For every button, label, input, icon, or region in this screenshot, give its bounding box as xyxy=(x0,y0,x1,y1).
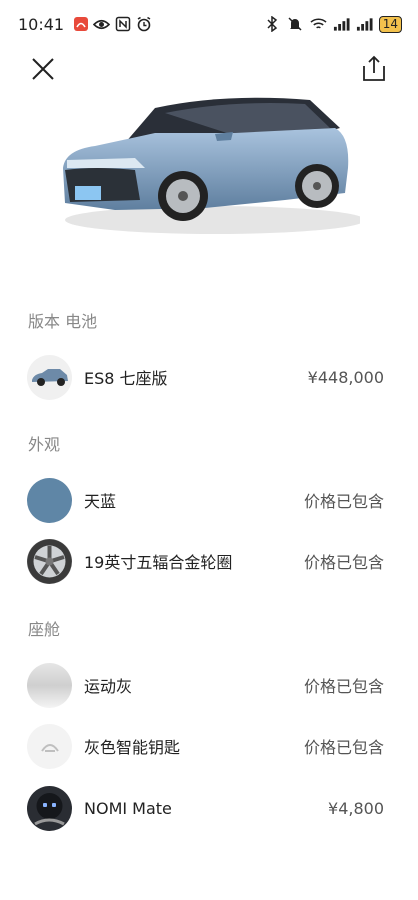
option-price: 价格已包含 xyxy=(303,677,384,696)
alarm-icon xyxy=(135,16,152,33)
close-icon xyxy=(32,58,54,80)
section-title-exterior: 外观 xyxy=(28,435,61,454)
model-thumbnail xyxy=(27,354,72,400)
wheel-thumbnail xyxy=(27,538,72,584)
option-label: 天蓝 xyxy=(84,492,117,511)
option-row-wheels[interactable]: 19英寸五辐合金轮圈 价格已包含 xyxy=(0,530,418,592)
option-row-interior[interactable]: 运动灰 价格已包含 xyxy=(0,654,418,716)
interior-swatch xyxy=(27,662,72,708)
option-price: 价格已包含 xyxy=(303,738,384,757)
option-price: 价格已包含 xyxy=(303,553,384,572)
option-label: ES8 七座版 xyxy=(84,369,168,388)
share-button[interactable] xyxy=(360,55,388,83)
option-price: 价格已包含 xyxy=(303,492,384,511)
signal-icon xyxy=(333,16,350,33)
option-label: NOMI Mate xyxy=(84,798,172,818)
system-icons: 14 xyxy=(264,15,402,33)
option-price: ¥448,000 xyxy=(307,367,384,387)
bluetooth-icon xyxy=(264,16,281,33)
option-row-color[interactable]: 天蓝 价格已包含 xyxy=(0,469,418,531)
option-price: ¥4,800 xyxy=(328,798,384,818)
mute-icon xyxy=(287,16,304,33)
section-title-version: 版本 电池 xyxy=(28,312,98,331)
share-icon xyxy=(363,55,385,81)
option-row-nomi[interactable]: NOMI Mate ¥4,800 xyxy=(0,777,418,839)
key-thumbnail xyxy=(27,723,72,769)
car-image xyxy=(55,88,365,238)
section-title-cabin: 座舱 xyxy=(28,620,61,639)
status-time: 10:41 xyxy=(18,14,65,34)
status-bar: 10:41 14 xyxy=(0,0,418,48)
option-row-key[interactable]: 灰色智能钥匙 价格已包含 xyxy=(0,715,418,777)
nfc-icon xyxy=(114,16,131,33)
battery-indicator: 14 xyxy=(378,15,402,33)
app-notification-icon xyxy=(72,16,89,33)
color-swatch xyxy=(27,477,72,523)
eye-icon xyxy=(93,16,111,33)
signal-icon-2 xyxy=(356,16,373,33)
nomi-thumbnail xyxy=(27,785,72,831)
close-button[interactable] xyxy=(30,56,56,82)
option-row-model[interactable]: ES8 七座版 ¥448,000 xyxy=(0,346,418,408)
notification-icons xyxy=(72,16,152,33)
option-label: 运动灰 xyxy=(84,677,133,696)
option-label: 灰色智能钥匙 xyxy=(84,738,181,757)
wifi-icon xyxy=(310,16,327,33)
option-label: 19英寸五辐合金轮圈 xyxy=(84,553,233,572)
